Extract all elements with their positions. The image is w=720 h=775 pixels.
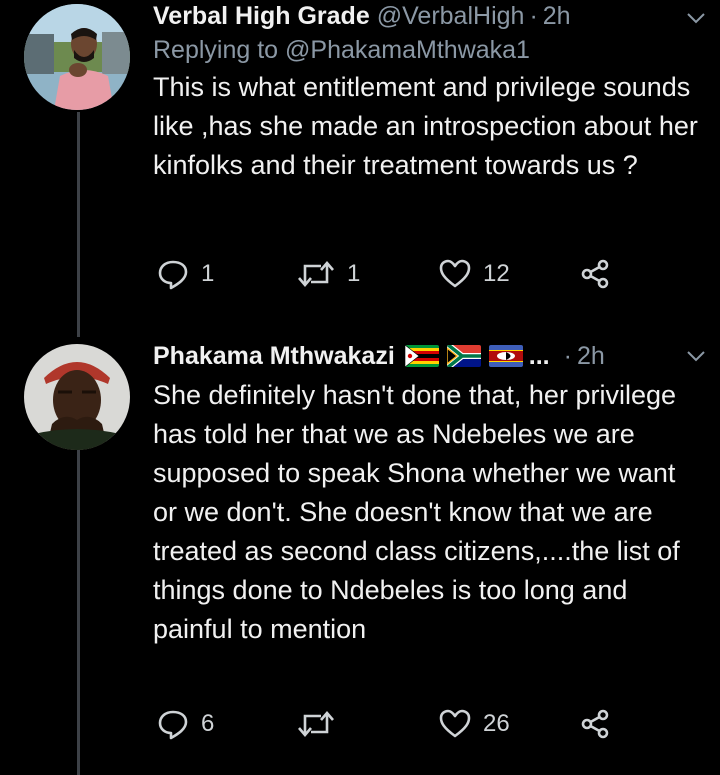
retweet-icon bbox=[298, 261, 334, 287]
retweet-count: 1 bbox=[347, 260, 361, 287]
timestamp[interactable]: 2h bbox=[577, 342, 605, 371]
reply-button[interactable]: 1 bbox=[157, 258, 214, 290]
retweet-button[interactable] bbox=[297, 708, 347, 740]
user-handle[interactable]: @VerbalHigh bbox=[377, 2, 525, 31]
reply-count: 6 bbox=[201, 710, 215, 737]
share-icon bbox=[581, 259, 609, 289]
share-button[interactable] bbox=[579, 708, 611, 740]
display-name[interactable]: Verbal High Grade bbox=[153, 2, 370, 31]
share-button[interactable] bbox=[579, 258, 611, 290]
replying-to[interactable]: Replying to @PhakamaMthwaka1 bbox=[153, 36, 700, 65]
zimbabwe-flag-icon bbox=[404, 345, 439, 367]
tweet-header: Phakama Mthwakazi ... · 2h bbox=[153, 340, 700, 372]
like-button[interactable]: 26 bbox=[439, 708, 510, 740]
like-count: 12 bbox=[483, 260, 510, 287]
eswatini-flag-icon bbox=[488, 345, 523, 367]
reply-icon bbox=[158, 260, 188, 290]
tweet-actions: 6 26 bbox=[157, 708, 627, 742]
reply-count: 1 bbox=[201, 260, 215, 287]
name-emoji-flags: ... bbox=[404, 341, 550, 371]
name-truncation: ... bbox=[528, 341, 550, 370]
avatar[interactable] bbox=[24, 344, 130, 450]
tweet-text: This is what entitlement and privilege s… bbox=[153, 72, 698, 180]
chevron-down-icon[interactable] bbox=[684, 6, 708, 30]
avatar[interactable] bbox=[24, 4, 130, 110]
like-button[interactable]: 12 bbox=[439, 258, 510, 290]
tweet-content: Phakama Mthwakazi ... · 2h She definitel… bbox=[153, 340, 700, 649]
share-icon bbox=[581, 709, 609, 739]
like-icon bbox=[439, 259, 471, 288]
tweet[interactable]: Phakama Mthwakazi ... · 2h She definitel… bbox=[0, 340, 720, 775]
separator-dot: · bbox=[529, 1, 538, 30]
tweet-content: Verbal High Grade @VerbalHigh · 2h Reply… bbox=[153, 0, 700, 185]
reply-button[interactable]: 6 bbox=[157, 708, 214, 740]
separator-dot: · bbox=[563, 341, 572, 370]
reply-icon bbox=[158, 710, 188, 740]
tweet-header: Verbal High Grade @VerbalHigh · 2h bbox=[153, 0, 700, 32]
tweet-text: She definitely hasn't done that, her pri… bbox=[153, 380, 680, 644]
like-icon bbox=[439, 709, 471, 738]
retweet-icon bbox=[298, 711, 334, 737]
like-count: 26 bbox=[483, 710, 510, 737]
retweet-button[interactable]: 1 bbox=[297, 258, 360, 290]
chevron-down-icon[interactable] bbox=[684, 344, 708, 368]
tweet[interactable]: Verbal High Grade @VerbalHigh · 2h Reply… bbox=[0, 0, 720, 320]
tweet-actions: 1 1 12 bbox=[157, 258, 627, 292]
south-africa-flag-icon bbox=[446, 345, 481, 367]
timestamp[interactable]: 2h bbox=[543, 2, 571, 31]
display-name[interactable]: Phakama Mthwakazi bbox=[153, 342, 395, 371]
